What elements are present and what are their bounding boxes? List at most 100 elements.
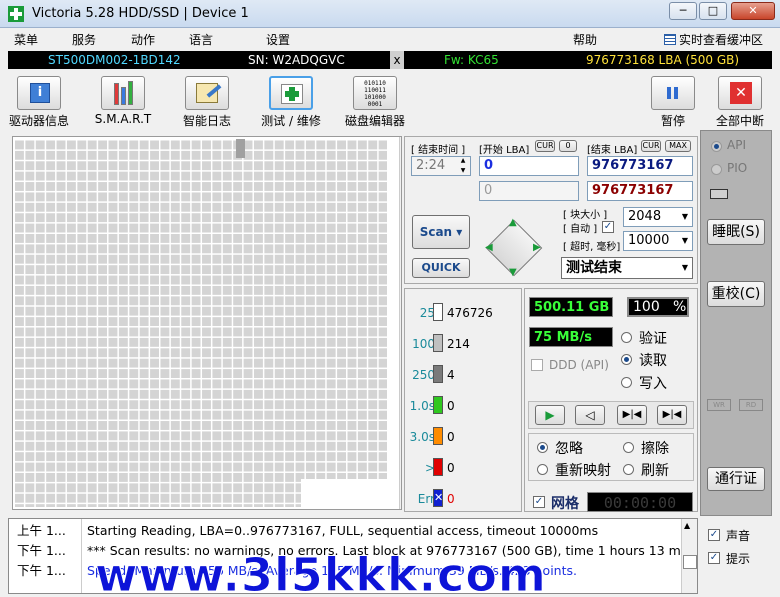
grid-cells <box>15 139 387 507</box>
disk-editor-button[interactable]: 010110 110011 101000 0001 磁盘编辑器 <box>342 74 408 128</box>
ddd-label: DDD (API) <box>549 358 609 372</box>
write-radio[interactable] <box>621 377 632 388</box>
skip-end-icon[interactable]: ▶|◀ <box>657 405 687 425</box>
end-max-button[interactable]: MAX <box>665 140 691 152</box>
arrow-up-icon[interactable]: ▲ <box>509 217 517 228</box>
ignore-radio[interactable] <box>537 442 548 453</box>
abort-all-button[interactable]: ✕ 全部中断 <box>712 74 768 128</box>
read-radio[interactable] <box>621 354 632 365</box>
start-cur-button[interactable]: CUR <box>535 140 555 152</box>
scroll-thumb[interactable] <box>401 477 402 491</box>
grid-scrollbar[interactable]: ▲ ▼ <box>399 137 402 509</box>
auto-label: [ 自动 ] <box>563 224 598 235</box>
menu-language[interactable]: 语言 <box>189 31 213 48</box>
end-lba-field[interactable]: 976773167 <box>587 156 693 176</box>
elapsed-timer: 00:00:00 <box>587 492 693 512</box>
timeout-value: 10000 <box>628 233 670 248</box>
menu-help[interactable]: 帮助 <box>573 31 597 48</box>
remap-label: 重新映射 <box>555 463 611 479</box>
quick-button[interactable]: QUICK <box>412 258 470 278</box>
timeout-select[interactable]: 10000 ▼ <box>623 231 693 251</box>
info-icon: i <box>17 76 61 110</box>
arrow-right-icon[interactable]: ▶ <box>533 242 541 253</box>
drive-serial: SN: W2ADQGVC <box>248 53 345 67</box>
ddd-checkbox[interactable] <box>531 359 543 371</box>
legend-row: >0 <box>405 458 521 480</box>
smart-log-button[interactable]: 智能日志 <box>174 74 240 128</box>
grid-checkbox[interactable]: ✓ <box>533 496 545 508</box>
legend-threshold: 1.0s <box>409 399 435 413</box>
log-scrollbar[interactable]: ▲ <box>681 519 697 593</box>
test-repair-button[interactable]: 测试 / 维修 <box>258 74 324 128</box>
maximize-button[interactable]: □ <box>699 2 727 20</box>
legend-count: 214 <box>447 337 470 351</box>
smart-tubes-icon <box>101 76 145 110</box>
pause-button[interactable]: 暂停 <box>648 74 698 128</box>
hints-checkbox[interactable]: ✓ <box>708 552 720 564</box>
smart-label: S.M.A.R.T <box>94 112 152 126</box>
erase-radio[interactable] <box>623 442 634 453</box>
sound-label: 声音 <box>726 529 751 543</box>
pio-radio[interactable] <box>711 164 722 175</box>
side-control-strip: API PIO 睡眠(S) 重校(C) WR RD 通行证 <box>700 130 772 516</box>
end-cur-button[interactable]: CUR <box>641 140 661 152</box>
auto-checkbox[interactable]: ✓ <box>602 221 614 233</box>
drive-firmware: Fw: KC65 <box>444 53 499 67</box>
direction-pad[interactable]: ▲ ▼ ◀ ▶ <box>481 215 547 281</box>
legend-count: 0 <box>447 399 455 413</box>
menu-realtime-buffer[interactable]: 实时查看缓冲区 <box>679 31 763 48</box>
start-zero-button[interactable]: 0 <box>559 140 577 152</box>
verify-radio[interactable] <box>621 332 632 343</box>
victoria-window: Victoria 5.28 HDD/SSD | Device 1 ─ □ ✕ 菜… <box>0 0 780 597</box>
drive-info-button[interactable]: i 驱动器信息 <box>6 74 72 128</box>
recalibrate-button[interactable]: 重校(C) <box>707 281 765 307</box>
minimize-button[interactable]: ─ <box>669 2 697 20</box>
passport-button[interactable]: 通行证 <box>707 467 765 491</box>
percent-value: 100 <box>633 299 660 315</box>
api-label: API <box>727 138 746 152</box>
test-plus-icon <box>269 76 313 110</box>
legend-count: 4 <box>447 368 455 382</box>
log-scroll-thumb[interactable] <box>683 555 697 569</box>
hints-label: 提示 <box>726 552 751 566</box>
rd-indicator: RD <box>739 399 763 411</box>
reverse-icon[interactable]: ◁ <box>575 405 605 425</box>
menu-main[interactable]: 菜单 <box>14 31 38 48</box>
legend-row: 3.0s 0 <box>405 427 521 449</box>
scan-button[interactable]: Scan ▾ <box>412 215 470 249</box>
log-scroll-up-icon[interactable]: ▲ <box>684 521 690 530</box>
log-time: 上午 1... <box>17 523 66 538</box>
scan-block-grid: ▲ ▼ <box>12 136 402 510</box>
sound-checkbox[interactable]: ✓ <box>708 529 720 541</box>
sleep-button[interactable]: 睡眠(S) <box>707 219 765 245</box>
menu-action[interactable]: 动作 <box>131 31 155 48</box>
test-mode-select[interactable]: 测试结束 ▼ <box>561 257 693 279</box>
scan-params-panel: [ 结束时间 ] [开始 LBA] CUR 0 [结束 LBA] CUR MAX… <box>404 136 698 284</box>
legend-color-box <box>433 334 443 352</box>
log-divider <box>81 519 82 593</box>
legend-color-box <box>433 303 443 321</box>
refresh-radio[interactable] <box>623 464 634 475</box>
arrow-down-icon[interactable]: ▼ <box>509 267 517 278</box>
remap-radio[interactable] <box>537 464 548 475</box>
close-button[interactable]: ✕ <box>731 2 775 20</box>
log-message: Starting Reading, LBA=0..976773167, FULL… <box>87 523 599 538</box>
grid-label: 网格 <box>551 496 579 512</box>
test-repair-label: 测试 / 维修 <box>261 114 321 128</box>
smart-button[interactable]: S.M.A.R.T <box>90 74 156 128</box>
legend-color-box <box>433 365 443 383</box>
drive-model: ST500DM002-1BD142 <box>48 53 181 67</box>
info-close-x[interactable]: x <box>390 51 404 69</box>
start-lba-field[interactable]: 0 <box>479 156 579 176</box>
arrow-left-icon[interactable]: ◀ <box>485 242 493 253</box>
menu-service[interactable]: 服务 <box>72 31 96 48</box>
api-radio[interactable] <box>711 141 722 152</box>
error-action-group: 忽略 擦除 重新映射 刷新 <box>528 433 694 481</box>
block-size-select[interactable]: 2048 ▼ <box>623 207 693 227</box>
disk-editor-label: 磁盘编辑器 <box>344 114 405 128</box>
play-icon[interactable]: ▶ <box>535 405 565 425</box>
time-spin-icon[interactable]: ▲ ▼ <box>457 156 469 176</box>
start-lba-label: [开始 LBA] <box>479 145 530 156</box>
skip-back-icon[interactable]: ▶|◀ <box>617 405 647 425</box>
menu-settings[interactable]: 设置 <box>266 31 290 48</box>
